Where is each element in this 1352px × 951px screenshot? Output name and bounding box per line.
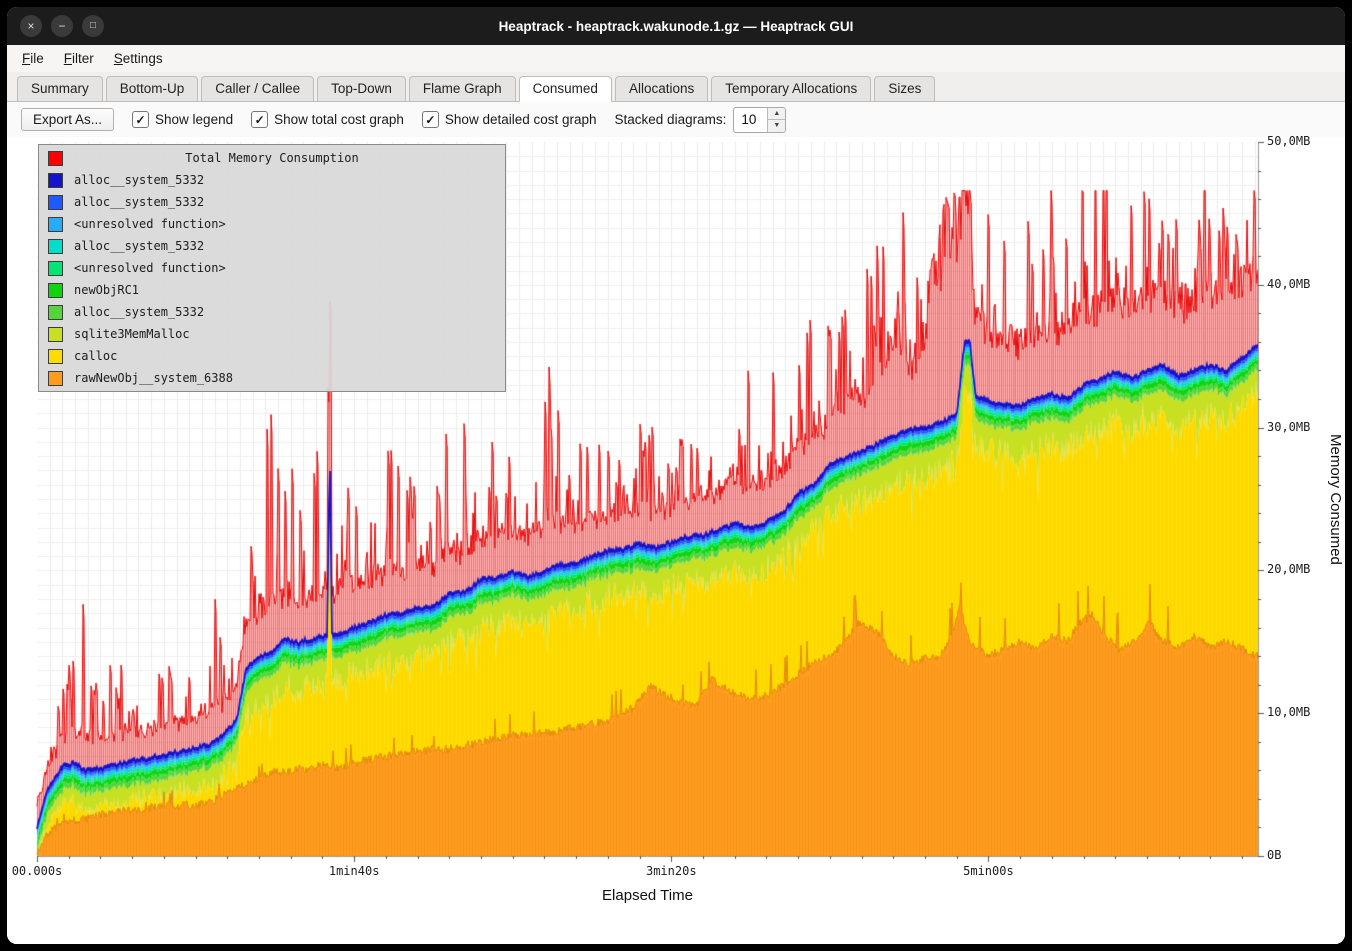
legend-item: alloc__system_5332 <box>39 235 505 257</box>
y-axis-title: Memory Consumed <box>1327 142 1344 856</box>
y-axis-tick-label: 10,0MB <box>1267 705 1310 719</box>
titlebar[interactable]: × − □ Heaptrack - heaptrack.wakunode.1.g… <box>7 7 1345 45</box>
heaptrack-window: × − □ Heaptrack - heaptrack.wakunode.1.g… <box>7 7 1345 944</box>
legend-swatch <box>48 371 63 386</box>
menu-settings[interactable]: Settings <box>105 48 172 69</box>
close-icon: × <box>27 20 34 32</box>
window-title: Heaptrack - heaptrack.wakunode.1.gz — He… <box>7 19 1345 34</box>
checkbox-check-icon: ✓ <box>251 111 268 128</box>
export-as-button[interactable]: Export As... <box>21 108 114 131</box>
legend-item: sqlite3MemMalloc <box>39 323 505 345</box>
legend-item: alloc__system_5332 <box>39 169 505 191</box>
tab-consumed[interactable]: Consumed <box>519 76 612 102</box>
legend-swatch <box>48 327 63 342</box>
close-button[interactable]: × <box>20 15 42 37</box>
legend-swatch <box>48 151 63 166</box>
checkbox-label: Show detailed cost graph <box>445 112 597 127</box>
checkbox-label: Show total cost graph <box>274 112 404 127</box>
legend-item: rawNewObj__system_6388 <box>39 367 505 389</box>
y-axis-tick-label: 0B <box>1267 848 1281 862</box>
maximize-button[interactable]: □ <box>82 15 104 37</box>
spinner-down-button[interactable]: ▼ <box>768 120 785 132</box>
x-axis-tick-label: 5min00s <box>943 864 1033 878</box>
tab-summary[interactable]: Summary <box>17 76 103 102</box>
x-axis-title: Elapsed Time <box>37 887 1258 904</box>
tab-sizes[interactable]: Sizes <box>874 76 935 102</box>
spinner-up-button[interactable]: ▲ <box>768 108 785 121</box>
chevron-up-icon: ▲ <box>773 110 780 117</box>
legend-swatch <box>48 173 63 188</box>
legend-swatch <box>48 217 63 232</box>
x-axis-tick-label: 00.000s <box>7 864 82 878</box>
x-axis-tick-label: 1min40s <box>309 864 399 878</box>
x-axis-tick-label: 3min20s <box>626 864 716 878</box>
legend-label: alloc__system_5332 <box>74 305 204 319</box>
legend-item: calloc <box>39 345 505 367</box>
show-legend-checkbox[interactable]: ✓ Show legend <box>132 111 233 128</box>
chart-area: Total Memory Consumption alloc__system_53… <box>7 137 1345 944</box>
tab-bar: Summary Bottom-Up Caller / Callee Top-Do… <box>7 72 1345 102</box>
legend-swatch <box>48 261 63 276</box>
tab-bottom-up[interactable]: Bottom-Up <box>106 76 199 102</box>
show-total-cost-graph-checkbox[interactable]: ✓ Show total cost graph <box>251 111 404 128</box>
legend-item: <unresolved function> <box>39 213 505 235</box>
legend-label: alloc__system_5332 <box>74 173 204 187</box>
legend-label: Total Memory Consumption <box>185 151 358 165</box>
tab-top-down[interactable]: Top-Down <box>317 76 406 102</box>
legend-swatch <box>48 305 63 320</box>
legend-swatch <box>48 349 63 364</box>
tab-temporary-allocations[interactable]: Temporary Allocations <box>711 76 871 102</box>
stacked-diagrams-label: Stacked diagrams: <box>615 112 727 127</box>
menu-filter[interactable]: Filter <box>55 48 103 69</box>
legend-swatch <box>48 195 63 210</box>
checkbox-label: Show legend <box>155 112 233 127</box>
show-detailed-cost-graph-checkbox[interactable]: ✓ Show detailed cost graph <box>422 111 597 128</box>
maximize-icon: □ <box>90 21 96 31</box>
chart-legend: Total Memory Consumption alloc__system_53… <box>38 144 506 392</box>
legend-swatch <box>48 283 63 298</box>
toolbar: Export As... ✓ Show legend ✓ Show total … <box>7 102 1345 137</box>
legend-item: alloc__system_5332 <box>39 191 505 213</box>
legend-label: <unresolved function> <box>74 217 226 231</box>
tab-allocations[interactable]: Allocations <box>615 76 708 102</box>
legend-label: sqlite3MemMalloc <box>74 327 190 341</box>
minimize-icon: − <box>58 20 65 32</box>
y-axis-tick-label: 20,0MB <box>1267 562 1310 576</box>
tab-flame-graph[interactable]: Flame Graph <box>409 76 516 102</box>
stacked-diagrams-spinner[interactable]: 10 ▲ ▼ <box>733 107 786 133</box>
legend-label: rawNewObj__system_6388 <box>74 371 233 385</box>
legend-label: alloc__system_5332 <box>74 239 204 253</box>
legend-item: newObjRC1 <box>39 279 505 301</box>
legend-item: alloc__system_5332 <box>39 301 505 323</box>
y-axis-tick-label: 50,0MB <box>1267 134 1310 148</box>
checkbox-check-icon: ✓ <box>132 111 149 128</box>
legend-label: <unresolved function> <box>74 261 226 275</box>
legend-label: calloc <box>74 349 117 363</box>
legend-label: newObjRC1 <box>74 283 139 297</box>
y-axis-tick-label: 40,0MB <box>1267 277 1310 291</box>
legend-label: alloc__system_5332 <box>74 195 204 209</box>
y-axis-tick-label: 30,0MB <box>1267 420 1310 434</box>
spinner-buttons: ▲ ▼ <box>767 108 785 132</box>
chevron-down-icon: ▼ <box>773 122 780 129</box>
minimize-button[interactable]: − <box>51 15 73 37</box>
window-controls: × − □ <box>20 15 104 37</box>
checkbox-check-icon: ✓ <box>422 111 439 128</box>
tab-caller-callee[interactable]: Caller / Callee <box>201 76 314 102</box>
legend-item: <unresolved function> <box>39 257 505 279</box>
spinner-value[interactable]: 10 <box>734 108 767 132</box>
menu-file[interactable]: File <box>13 48 53 69</box>
legend-swatch <box>48 239 63 254</box>
legend-title-row: Total Memory Consumption <box>39 147 505 169</box>
menubar: File Filter Settings <box>7 45 1345 72</box>
